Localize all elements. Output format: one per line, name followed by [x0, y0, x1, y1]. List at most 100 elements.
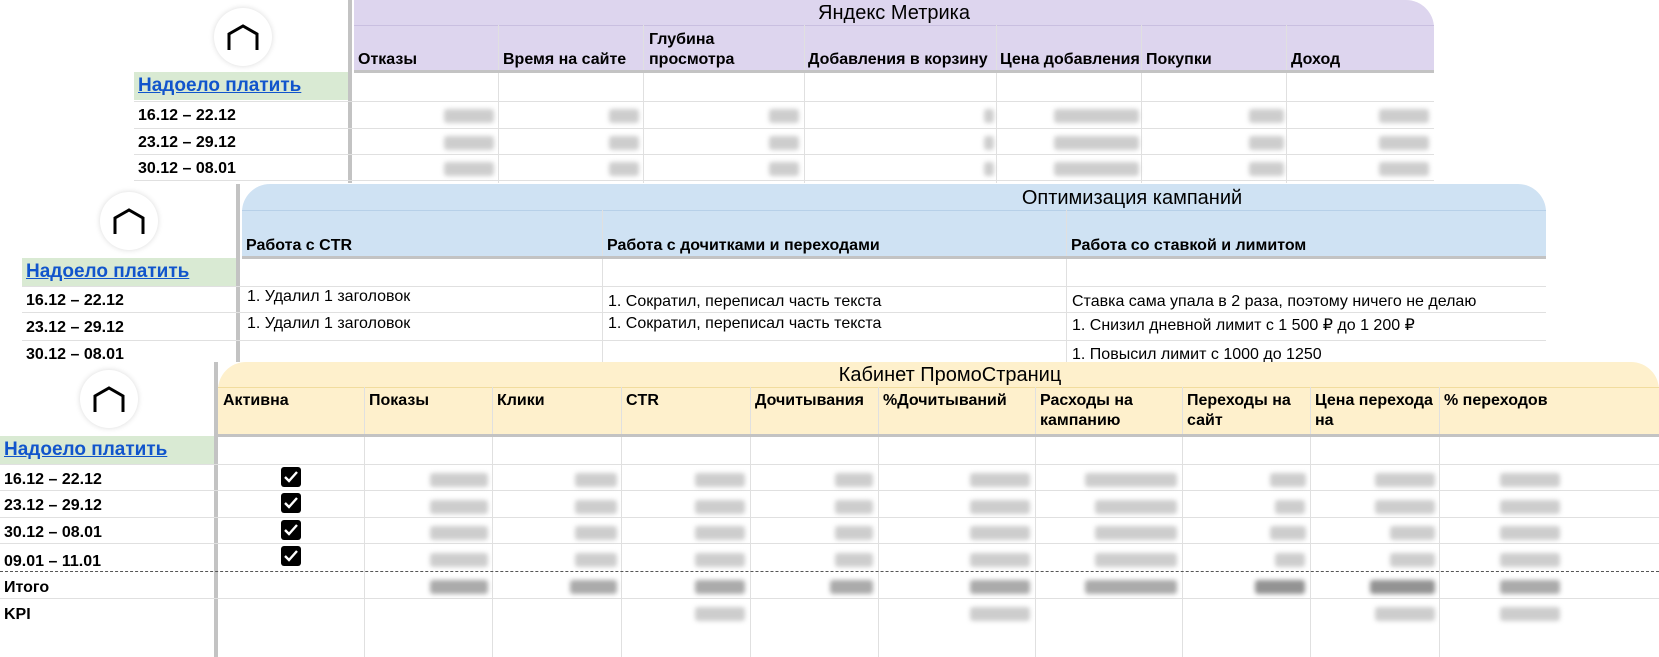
- date-row: 23.12 – 29.12: [4, 497, 102, 514]
- date-row: 30.12 – 08.01: [4, 524, 102, 541]
- blurred-value: [970, 553, 1030, 567]
- date-row: 16.12 – 22.12: [26, 292, 124, 309]
- blurred-kpi: [695, 607, 745, 621]
- blurred-value: [1500, 553, 1560, 567]
- active-checkbox[interactable]: [281, 546, 301, 566]
- col-header-cena-perekhoda: Цена перехода на: [1315, 392, 1433, 429]
- blurred-value: [430, 473, 488, 487]
- blurred-kpi: [1500, 607, 1560, 621]
- blurred-value: [1500, 526, 1560, 540]
- blurred-value: [609, 109, 639, 123]
- blurred-value: [575, 473, 617, 487]
- blurred-value: [835, 500, 873, 514]
- blurred-value: [695, 553, 745, 567]
- stavka-note: 1. Снизил дневной лимит с 1 500 ₽ до 1 2…: [1072, 317, 1415, 334]
- col-header-perekhody: Переходы на сайт: [1187, 392, 1291, 429]
- col-header-cena-dobavleniya: Цена добавления: [1000, 51, 1140, 68]
- blurred-total: [1085, 580, 1177, 594]
- blurred-value: [695, 526, 745, 540]
- blurred-total: [830, 580, 873, 594]
- blurred-value: [1249, 162, 1284, 176]
- blurred-value: [1379, 109, 1429, 123]
- blurred-value: [1249, 109, 1284, 123]
- date-row: 23.12 – 29.12: [26, 319, 124, 336]
- blurred-value: [835, 526, 873, 540]
- blurred-value: [1275, 500, 1305, 514]
- blurred-value: [1375, 500, 1435, 514]
- col-header-vremya: Время на сайте: [503, 51, 627, 68]
- date-row: 16.12 – 22.12: [4, 471, 102, 488]
- blurred-value: [1390, 526, 1435, 540]
- col-header-pokupki: Покупки: [1146, 51, 1212, 68]
- col-header-dochityvaniya: Дочитывания: [755, 392, 864, 409]
- kpi-row-label: KPI: [4, 606, 31, 623]
- blurred-kpi: [970, 607, 1030, 621]
- date-row: 23.12 – 29.12: [138, 134, 236, 151]
- blurred-total: [695, 580, 745, 594]
- ctr-note: 1. Удалил 1 заголовок: [247, 288, 411, 305]
- nadoelo-platit-link[interactable]: Надоело платить: [0, 436, 214, 464]
- blurred-value: [1270, 526, 1306, 540]
- dashed-divider: [0, 571, 1659, 572]
- blurred-value: [444, 162, 494, 176]
- blurred-value: [575, 553, 617, 567]
- date-row: 30.12 – 08.01: [138, 160, 236, 177]
- blurred-total: [970, 580, 1030, 594]
- blurred-value: [1095, 500, 1177, 514]
- blurred-value: [984, 136, 994, 150]
- blurred-value: [970, 500, 1030, 514]
- blurred-value: [769, 136, 799, 150]
- col-header-glubina: Глубина просмотра: [649, 31, 735, 68]
- col-header-pct-dochityvaniy: %Дочитываний: [883, 392, 1007, 409]
- logo-icon: [214, 8, 272, 66]
- date-row: 16.12 – 22.12: [138, 107, 236, 124]
- ctr-note: 1. Удалил 1 заголовок: [247, 315, 411, 332]
- blurred-value: [430, 553, 488, 567]
- blurred-value: [769, 109, 799, 123]
- blurred-value: [1390, 553, 1435, 567]
- blurred-value: [1095, 526, 1177, 540]
- blurred-value: [430, 500, 488, 514]
- active-checkbox[interactable]: [281, 520, 301, 540]
- blurred-total: [430, 580, 488, 594]
- optimization-panel: Оптимизация кампаний Надоело платить Раб…: [22, 184, 1546, 368]
- blurred-value: [835, 553, 873, 567]
- optimization-title: Оптимизация кампаний: [1021, 187, 1243, 209]
- blurred-value: [575, 526, 617, 540]
- blurred-value: [1270, 473, 1306, 487]
- blurred-value: [1379, 136, 1429, 150]
- date-row: 09.01 – 11.01: [4, 553, 101, 570]
- col-header-pokazy: Показы: [369, 392, 429, 409]
- blurred-value: [1085, 473, 1177, 487]
- blurred-value: [1095, 553, 1177, 567]
- stavka-note: Ставка сама упала в 2 раза, поэтому ниче…: [1072, 293, 1477, 310]
- col-header-pct-perekhodov: % переходов: [1444, 392, 1548, 409]
- blurred-value: [769, 162, 799, 176]
- nadoelo-platit-link[interactable]: Надоело платить: [134, 72, 348, 100]
- blurred-total: [1370, 580, 1435, 594]
- col-header-dobavleniya: Добавления в корзину: [808, 51, 988, 68]
- blurred-value: [444, 136, 494, 150]
- blurred-value: [609, 162, 639, 176]
- col-header-ctr-work: Работа с CTR: [246, 237, 353, 254]
- blurred-value: [1249, 136, 1284, 150]
- active-checkbox[interactable]: [281, 467, 301, 487]
- blurred-total: [1255, 580, 1305, 594]
- logo-icon: [80, 370, 138, 428]
- dochitki-note: 1. Сократил, переписал часть текста: [608, 315, 882, 332]
- blurred-value: [609, 136, 639, 150]
- col-header-ctr: CTR: [626, 392, 659, 409]
- col-header-kliki: Клики: [497, 392, 545, 409]
- col-header-raskhody: Расходы на кампанию: [1040, 392, 1133, 429]
- blurred-value: [1275, 553, 1305, 567]
- blurred-value: [1500, 500, 1560, 514]
- blurred-value: [575, 500, 617, 514]
- nadoelo-platit-link[interactable]: Надоело платить: [22, 258, 236, 286]
- col-header-otkazy: Отказы: [358, 51, 417, 68]
- blurred-value: [430, 526, 488, 540]
- blurred-value: [984, 162, 994, 176]
- metrika-panel: Яндекс Метрика Надоело платить Отказы Вр…: [134, 0, 1434, 183]
- active-checkbox[interactable]: [281, 493, 301, 513]
- blurred-value: [1375, 473, 1435, 487]
- blurred-value: [695, 500, 745, 514]
